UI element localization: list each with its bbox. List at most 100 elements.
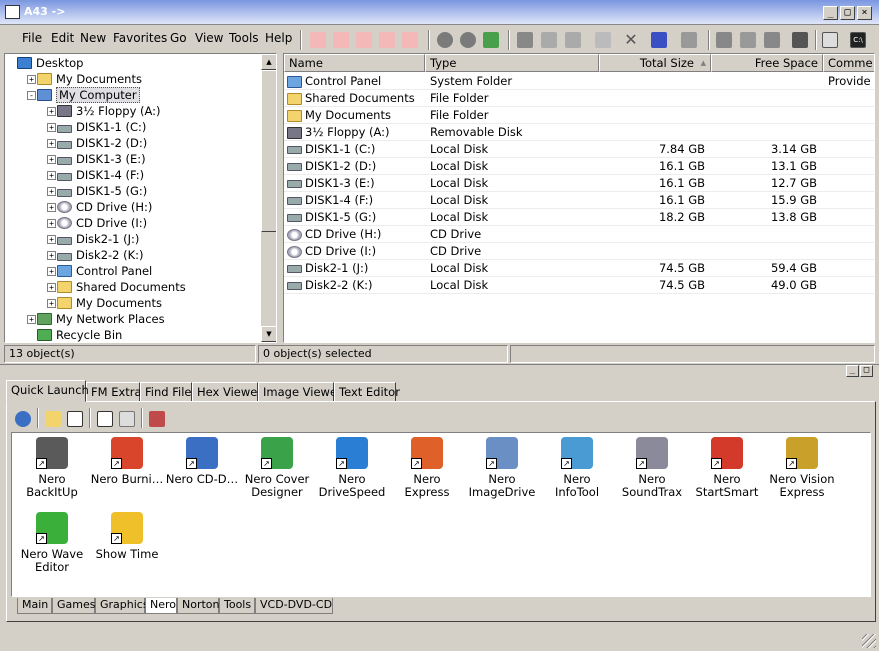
column-header-type[interactable]: Type: [425, 54, 599, 72]
expand-icon[interactable]: +: [47, 267, 56, 276]
file-list-row[interactable]: 3½ Floppy (A:) Removable Disk: [284, 124, 874, 141]
group-tab-vcd-dvd-cd[interactable]: VCD-DVD-CD: [255, 598, 333, 614]
close-button[interactable]: ×: [857, 6, 872, 20]
details-view-icon[interactable]: [792, 32, 808, 48]
undo-icon[interactable]: [681, 32, 697, 48]
group-tab-graphics[interactable]: Graphics: [95, 598, 149, 614]
tree-item[interactable]: + CD Drive (H:): [47, 199, 152, 215]
expand-icon[interactable]: +: [47, 123, 56, 132]
menu-favorites[interactable]: Favorites: [113, 31, 167, 45]
launch-item[interactable]: ↗ Nero InfoTool: [540, 437, 614, 499]
expand-icon[interactable]: +: [47, 187, 56, 196]
tree-item[interactable]: + My Documents: [47, 295, 162, 311]
file-list-row[interactable]: Disk2-2 (K:) Local Disk 74.5 GB 49.0 GB: [284, 277, 874, 294]
expand-icon[interactable]: +: [47, 155, 56, 164]
file-list-row[interactable]: CD Drive (H:) CD Drive: [284, 226, 874, 243]
shortcut-icon[interactable]: [67, 411, 83, 427]
tree-item[interactable]: + DISK1-3 (E:): [47, 151, 146, 167]
launch-item[interactable]: ↗ Nero ImageDrive: [465, 437, 539, 499]
expand-icon[interactable]: +: [47, 299, 56, 308]
brush-icon[interactable]: [149, 411, 165, 427]
view-3-icon[interactable]: [764, 32, 780, 48]
expand-icon[interactable]: +: [27, 75, 36, 84]
column-header-comments[interactable]: Comme: [823, 54, 874, 72]
view-2-icon[interactable]: [740, 32, 756, 48]
large-icons-icon[interactable]: [97, 411, 113, 427]
file-list-row[interactable]: CD Drive (I:) CD Drive: [284, 243, 874, 260]
scroll-up-icon[interactable]: ▲: [261, 54, 276, 70]
menu-edit[interactable]: Edit: [51, 31, 74, 45]
lower-pane-restore-button[interactable]: □: [860, 365, 873, 377]
tree-item[interactable]: - My Computer: [27, 87, 140, 103]
column-header-free-space[interactable]: Free Space: [711, 54, 823, 72]
expand-icon[interactable]: +: [47, 219, 56, 228]
expand-icon[interactable]: +: [47, 139, 56, 148]
tab-hex-viewer[interactable]: Hex Viewer: [192, 382, 262, 402]
cut-icon[interactable]: [517, 32, 533, 48]
maximize-button[interactable]: □: [840, 6, 855, 20]
menu-file[interactable]: File: [22, 31, 42, 45]
favorite-1-icon[interactable]: [310, 32, 326, 48]
tree-item[interactable]: + My Documents: [27, 71, 142, 87]
delete-icon[interactable]: ✕: [623, 32, 639, 48]
file-list-row[interactable]: Shared Documents File Folder: [284, 90, 874, 107]
file-list-row[interactable]: DISK1-2 (D:) Local Disk 16.1 GB 13.1 GB: [284, 158, 874, 175]
launch-item[interactable]: ↗ Nero SoundTrax: [615, 437, 689, 499]
refresh-icon[interactable]: [15, 411, 31, 427]
file-list-row[interactable]: DISK1-5 (G:) Local Disk 18.2 GB 13.8 GB: [284, 209, 874, 226]
paste-shortcut-icon[interactable]: [595, 32, 611, 48]
menu-new[interactable]: New: [80, 31, 106, 45]
lower-pane-minimize-button[interactable]: _: [846, 365, 859, 377]
tree-item[interactable]: +3½ Floppy (A:): [47, 103, 161, 119]
tree-item[interactable]: + Disk2-2 (K:): [47, 247, 144, 263]
file-list-row[interactable]: Disk2-1 (J:) Local Disk 74.5 GB 59.4 GB: [284, 260, 874, 277]
favorite-3-icon[interactable]: [356, 32, 372, 48]
launch-item[interactable]: ↗ Nero Cover Designer: [240, 437, 314, 499]
back-icon[interactable]: [437, 32, 453, 48]
launch-item[interactable]: ↗ Nero Burni…: [90, 437, 164, 486]
tree-item[interactable]: + DISK1-1 (C:): [47, 119, 146, 135]
resize-grip-icon[interactable]: [862, 634, 876, 648]
launch-item[interactable]: ↗ Nero DriveSpeed: [315, 437, 389, 499]
expand-icon[interactable]: +: [47, 283, 56, 292]
expand-icon[interactable]: +: [47, 203, 56, 212]
launch-item[interactable]: ↗ Nero Wave Editor: [15, 512, 89, 574]
expand-icon[interactable]: +: [47, 171, 56, 180]
collapse-icon[interactable]: -: [27, 91, 36, 100]
column-header-name[interactable]: Name: [284, 54, 425, 72]
group-tab-main[interactable]: Main: [17, 598, 52, 614]
copy-icon[interactable]: [541, 32, 557, 48]
group-tab-games[interactable]: Games: [52, 598, 95, 614]
launch-item[interactable]: ↗ Nero Vision Express: [765, 437, 839, 499]
tree-scrollbar[interactable]: ▲ ▼: [261, 54, 276, 342]
group-tab-tools[interactable]: Tools: [219, 598, 255, 614]
expand-icon[interactable]: +: [27, 315, 36, 324]
open-folder-icon[interactable]: [45, 411, 61, 427]
menu-go[interactable]: Go: [170, 31, 187, 45]
file-list-row[interactable]: DISK1-1 (C:) Local Disk 7.84 GB 3.14 GB: [284, 141, 874, 158]
scroll-thumb[interactable]: [261, 70, 276, 232]
favorite-5-icon[interactable]: [402, 32, 418, 48]
group-tab-nero[interactable]: Nero: [145, 598, 177, 614]
expand-icon[interactable]: +: [47, 107, 56, 116]
scroll-down-icon[interactable]: ▼: [261, 326, 276, 342]
tree-item[interactable]: + CD Drive (I:): [47, 215, 147, 231]
favorite-4-icon[interactable]: [379, 32, 395, 48]
expand-icon[interactable]: +: [47, 235, 56, 244]
file-list-row[interactable]: DISK1-3 (E:) Local Disk 16.1 GB 12.7 GB: [284, 175, 874, 192]
tab-image-viewer[interactable]: Image Viewer: [258, 382, 342, 402]
tab-quick-launch[interactable]: Quick Launch: [6, 380, 89, 402]
tree-item[interactable]: Recycle Bin: [37, 327, 122, 342]
minimize-button[interactable]: _: [823, 6, 838, 20]
file-list-row[interactable]: My Documents File Folder: [284, 107, 874, 124]
tree-item[interactable]: + My Network Places: [27, 311, 165, 327]
properties-icon[interactable]: [651, 32, 667, 48]
expand-icon[interactable]: +: [47, 251, 56, 260]
tab-text-editor[interactable]: Text Editor: [334, 382, 400, 402]
command-prompt-icon[interactable]: C:\: [850, 32, 866, 48]
menu-view[interactable]: View: [195, 31, 223, 45]
tree-item[interactable]: + Disk2-1 (J:): [47, 231, 139, 247]
menu-help[interactable]: Help: [265, 31, 292, 45]
file-list-row[interactable]: DISK1-4 (F:) Local Disk 16.1 GB 15.9 GB: [284, 192, 874, 209]
launch-item[interactable]: ↗ Nero StartSmart: [690, 437, 764, 499]
